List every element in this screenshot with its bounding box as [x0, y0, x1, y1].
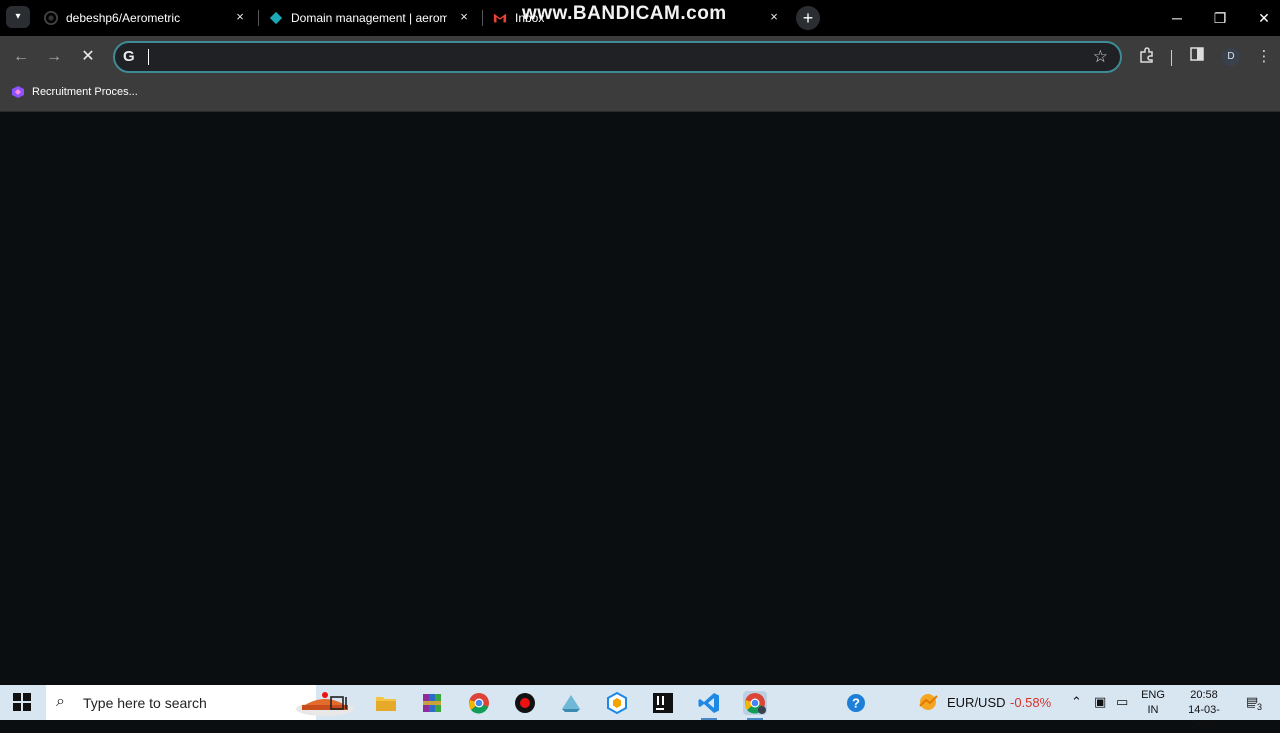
clock[interactable]: 20:58 14-03-2024 — [1176, 688, 1232, 733]
meet-now-button[interactable]: ▣ — [1094, 694, 1106, 729]
intellij-button[interactable] — [651, 691, 675, 715]
battery-icon: ▭ — [1116, 694, 1129, 709]
chrome-icon — [745, 693, 766, 714]
arrow-right-icon: → — [46, 48, 62, 65]
app-button[interactable] — [605, 691, 629, 715]
help-icon: ? — [847, 694, 865, 712]
ticker-symbol: EUR/USD — [947, 695, 1006, 710]
record-icon — [515, 693, 535, 713]
bookmark-label: Recruitment Proces... — [32, 86, 138, 98]
puzzle-icon — [1140, 47, 1153, 63]
windows-start-icon[interactable] — [13, 693, 31, 711]
chevron-up-icon: ⌃ — [1071, 694, 1082, 709]
restore-button[interactable]: ❐ — [1210, 8, 1230, 28]
bookmarks-bar: Recruitment Proces... — [0, 78, 1280, 112]
tab-separator — [258, 10, 259, 26]
tab-separator — [482, 10, 483, 26]
task-view-button[interactable] — [327, 691, 351, 715]
window-close-button[interactable]: ✕ — [1254, 8, 1274, 28]
vscode-icon — [698, 693, 719, 713]
taskbar-search[interactable]: ⌕ Type here to search — [46, 685, 354, 720]
stop-loading-button[interactable]: ✕ — [78, 47, 98, 67]
tab-github[interactable]: debeshp6/Aerometric × — [44, 0, 254, 36]
vscode-button[interactable] — [697, 691, 721, 720]
task-view-icon — [330, 696, 347, 710]
camera-icon: ▣ — [1094, 694, 1107, 709]
clock-date: 14-03-2024 — [1188, 704, 1220, 731]
help-button[interactable]: ? — [844, 691, 868, 715]
chevron-down-icon: ▾ — [15, 11, 21, 22]
input-language[interactable]: ENG IN — [1141, 688, 1165, 718]
more-vertical-icon: ⋮ — [1256, 48, 1272, 65]
chrome-button[interactable] — [467, 691, 491, 715]
search-placeholder: Type here to search — [83, 695, 207, 711]
close-icon: ✕ — [81, 48, 95, 65]
tab-domain-management[interactable]: Domain management | aerome × — [269, 0, 479, 36]
profile-avatar[interactable]: D — [1222, 48, 1240, 66]
text-caret — [148, 49, 149, 65]
tab-close-button[interactable]: × — [457, 10, 471, 24]
browser-toolbar: ← → ✕ G ☆ ⋮ — [0, 36, 1280, 78]
page-content — [0, 113, 1280, 685]
folder-icon — [376, 697, 396, 711]
side-panel-button[interactable] — [1187, 47, 1207, 67]
gmail-icon — [493, 13, 507, 23]
notifications-button[interactable]: ▤ 3 — [1246, 694, 1265, 729]
address-bar[interactable]: G ☆ — [113, 41, 1122, 73]
show-hidden-icons-button[interactable]: ⌃ — [1071, 694, 1082, 729]
ticker-change: -0.58% — [1010, 695, 1052, 710]
side-panel-icon — [1190, 47, 1204, 61]
tab-title: debeshp6/Aerometric — [66, 11, 181, 25]
battery-button[interactable]: ▭ — [1116, 694, 1128, 729]
bandicam-button[interactable] — [513, 691, 537, 715]
app-icon — [562, 695, 580, 712]
notification-count: 3 — [1255, 702, 1265, 712]
clock-time: 20:58 — [1190, 689, 1218, 701]
tab-strip: ▾ debeshp6/Aerometric × Domain managemen… — [0, 0, 1280, 36]
diamond-icon — [269, 11, 283, 25]
back-button[interactable]: ← — [11, 47, 31, 67]
language-code: ENG — [1141, 689, 1165, 701]
intellij-icon — [653, 693, 673, 713]
tab-close-button[interactable]: × — [233, 10, 247, 24]
svg-text:?: ? — [852, 696, 860, 711]
google-icon: G — [123, 48, 135, 65]
extensions-button[interactable] — [1137, 47, 1157, 67]
bookmark-star-icon[interactable]: ☆ — [1093, 47, 1108, 67]
region-code: IN — [1147, 704, 1159, 716]
forward-button[interactable]: → — [44, 47, 64, 67]
github-icon — [44, 11, 58, 25]
file-explorer-button[interactable] — [374, 691, 398, 715]
toolbar-divider — [1171, 50, 1172, 66]
hexagon-app-icon — [607, 691, 627, 715]
currency-icon — [919, 694, 938, 710]
recording-watermark: www.BANDICAM.com — [522, 3, 727, 24]
tab-title: Domain management | aerome — [291, 11, 447, 25]
taskbar: ⌕ Type here to search ? EUR/USD -0.58% ⌃… — [0, 685, 1280, 731]
chrome-profile-button[interactable] — [743, 691, 767, 720]
menu-button[interactable]: ⋮ — [1254, 47, 1274, 67]
winrar-icon — [423, 694, 441, 712]
app-button[interactable] — [559, 691, 583, 715]
tab-search-button[interactable]: ▾ — [6, 6, 30, 28]
bookmark-favicon-icon — [12, 86, 24, 98]
arrow-left-icon: ← — [13, 48, 29, 65]
minimize-button[interactable]: ─ — [1167, 8, 1187, 28]
tab-close-button[interactable]: × — [767, 10, 781, 24]
winrar-button[interactable] — [420, 691, 444, 715]
search-icon: ⌕ — [56, 693, 65, 710]
chrome-icon — [469, 693, 489, 714]
new-tab-button[interactable]: + — [796, 6, 820, 30]
